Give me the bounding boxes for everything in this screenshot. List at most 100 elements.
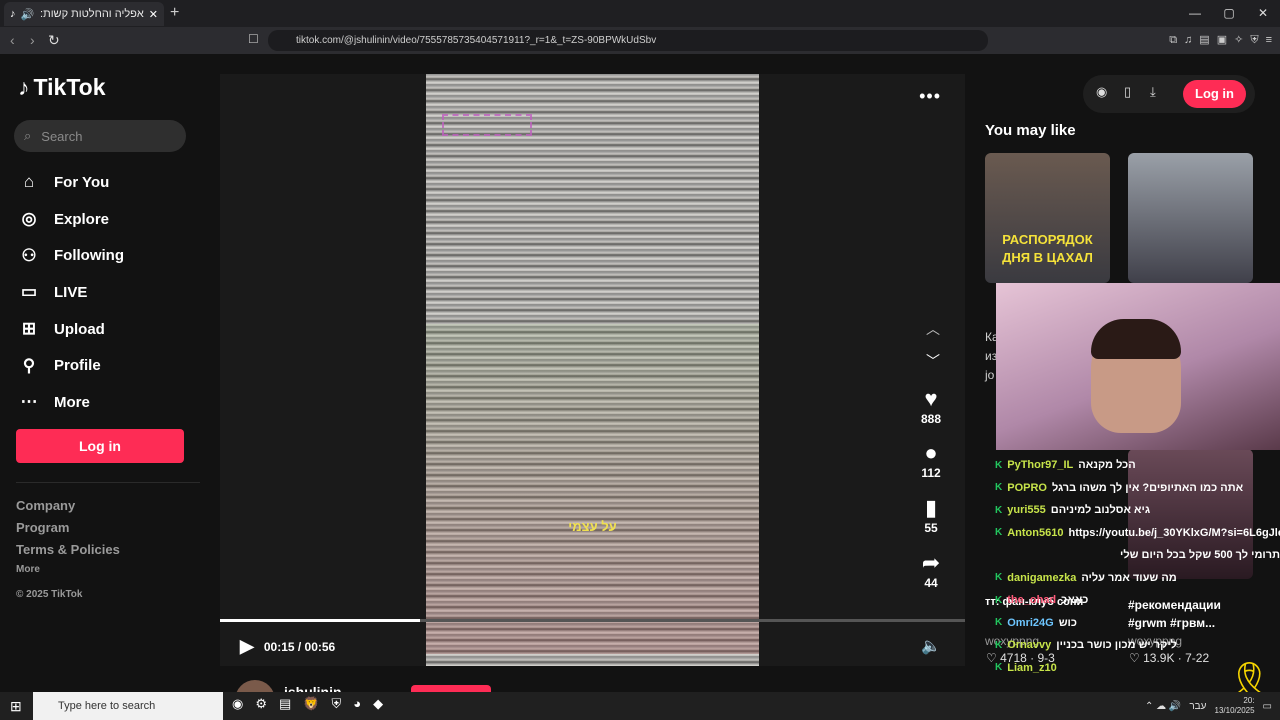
- volume-icon[interactable]: 🔈: [921, 636, 941, 656]
- footer-terms-link[interactable]: Terms & Policies: [16, 542, 120, 557]
- search-input[interactable]: ⌕ Search: [14, 120, 186, 152]
- new-tab-button[interactable]: +: [170, 4, 179, 22]
- download-icon[interactable]: ⤓: [1150, 84, 1156, 100]
- sidebar-login-button[interactable]: Log in: [16, 429, 184, 463]
- windows-start-icon[interactable]: ⊞: [10, 698, 22, 715]
- sidebar-item-profile[interactable]: ⚲ Profile: [18, 347, 124, 384]
- top-login-button[interactable]: Log in: [1183, 80, 1246, 108]
- footer-more-link[interactable]: More: [16, 564, 40, 575]
- tab-title: אפליה והחלטות קשות: יהודי...: [39, 8, 144, 20]
- sidebar-item-label: For You: [54, 173, 110, 191]
- clock-date: 13/10/2025: [1214, 706, 1255, 715]
- chat-line: K POPRO אתה כמו האתיופים? אין לך משהו ברגל: [995, 477, 1280, 500]
- following-icon: ⚇: [21, 245, 37, 265]
- kick-icon: K: [995, 504, 1003, 516]
- live-icon: ▭: [20, 282, 38, 302]
- shield-app-icon[interactable]: ⛨: [331, 696, 341, 712]
- video-shading: [426, 324, 759, 654]
- card-overlay-text: РАСПОРЯДОК ДНЯ В ЦАХАЛ: [985, 231, 1110, 267]
- brave-icon[interactable]: 🦁: [303, 696, 319, 712]
- steam-icon[interactable]: ⚙: [255, 696, 267, 712]
- kick-icon: K: [995, 662, 1003, 674]
- upload-icon: ⊞: [21, 319, 37, 339]
- chat-message: ליקר יש מכון כושר בכניין: [1056, 639, 1177, 652]
- share-count: 44: [924, 576, 938, 590]
- sidebar-item-live[interactable]: ▭ LIVE: [18, 274, 124, 311]
- leo-icon[interactable]: ✧: [1234, 27, 1243, 54]
- coin-icon[interactable]: ◉: [1096, 84, 1107, 100]
- taskbar-search-input[interactable]: Type here to search: [33, 692, 223, 720]
- sidebar-item-following[interactable]: ⚇ Following: [18, 237, 124, 274]
- sidebar-item-label: More: [54, 393, 90, 411]
- sidebar-icon[interactable]: ▤: [1199, 27, 1209, 54]
- comment-action[interactable]: ● 112: [915, 440, 947, 480]
- tray-icons[interactable]: ⌃ ☁ 🔊: [1145, 701, 1181, 712]
- url-field[interactable]: tiktok.com/@jshulinin/video/755578573540…: [268, 30, 988, 51]
- progress-bar[interactable]: [220, 619, 965, 622]
- play-icon[interactable]: ▶: [240, 636, 254, 657]
- tiktok-logo[interactable]: ♪ TikTok: [18, 74, 106, 101]
- recommendation-card-2[interactable]: [1128, 153, 1253, 283]
- you-may-like-heading: You may like: [985, 122, 1076, 139]
- profile-icon: ⚲: [22, 355, 36, 375]
- chat-line: K PyThor97_IL הכל מקנאה: [995, 454, 1280, 477]
- kick-icon: K: [995, 617, 1003, 629]
- sidebar-item-upload[interactable]: ⊞ Upload: [18, 311, 124, 348]
- chat-user: the_ohad: [1007, 594, 1057, 607]
- app-icon[interactable]: ◆: [373, 696, 383, 712]
- maximize-button[interactable]: ▢: [1212, 0, 1246, 27]
- chat-user: PyThor97_IL: [1007, 459, 1074, 472]
- comment-icon: ●: [924, 440, 938, 465]
- clock[interactable]: 20: 13/10/2025: [1215, 696, 1255, 716]
- files-icon[interactable]: ▤: [279, 696, 291, 712]
- taskbar-search-placeholder: Type here to search: [58, 700, 156, 712]
- extensions-icon[interactable]: ⧉: [1169, 27, 1177, 54]
- sidebar-item-more[interactable]: ⋯ More: [18, 384, 124, 421]
- vpn-icon[interactable]: ⛨: [1250, 27, 1258, 54]
- obs-icon[interactable]: ◉: [232, 696, 243, 712]
- chat-message: אתה כמו האתיופים? אין לך משהו ברגל: [1051, 481, 1244, 494]
- close-window-button[interactable]: ✕: [1246, 0, 1280, 27]
- language-indicator[interactable]: עבר: [1189, 701, 1206, 712]
- heart-icon: ♥: [924, 386, 938, 411]
- tiktok-note-icon: ♪: [18, 74, 30, 100]
- chat-line: תרומי לך 500 שקל בכל היום שלי: [995, 544, 1280, 567]
- reload-icon[interactable]: ↻: [48, 27, 60, 54]
- back-icon[interactable]: ‹: [10, 27, 15, 54]
- video-frame[interactable]: על עצמי: [426, 74, 759, 666]
- wallet-icon[interactable]: ▣: [1217, 27, 1227, 54]
- recommendation-card-1[interactable]: РАСПОРЯДОК ДНЯ В ЦАХАЛ: [985, 153, 1110, 283]
- previous-video-icon[interactable]: ︿: [926, 319, 940, 339]
- video-player[interactable]: על עצמי ••• ︿ ﹀ ♥ 888 ● 112 ▮ 55 ➦ 44 ▶ …: [220, 74, 965, 666]
- menu-icon[interactable]: ≡: [1266, 27, 1272, 54]
- more-options-icon[interactable]: •••: [919, 86, 941, 107]
- sidebar-item-label: LIVE: [54, 283, 88, 301]
- share-action[interactable]: ➦ 44: [915, 550, 947, 590]
- bookmark-icon[interactable]: ☐: [248, 32, 259, 46]
- kick-icon: K: [995, 594, 1003, 606]
- address-bar: ‹ › ↻ ☐ tiktok.com/@jshulinin/video/7555…: [0, 27, 1280, 54]
- close-tab-icon[interactable]: ✕: [149, 8, 158, 21]
- like-action[interactable]: ♥ 888: [915, 386, 947, 426]
- sidebar-item-for-you[interactable]: ⌂ For You: [18, 164, 124, 201]
- chat-message: תרומי לך 500 שקל בכל היום שלי: [1120, 549, 1280, 562]
- next-video-icon[interactable]: ﹀: [926, 351, 940, 371]
- save-action[interactable]: ▮ 55: [915, 495, 947, 535]
- chat-user: yuri555: [1007, 504, 1046, 517]
- chat-user: danigamezka: [1007, 571, 1077, 584]
- discord-icon[interactable]: ◕: [353, 696, 361, 712]
- clock-time: 20:: [1243, 696, 1255, 705]
- kick-icon: K: [995, 572, 1003, 584]
- sidebar-item-label: Profile: [54, 357, 101, 375]
- audio-icon[interactable]: 🔊: [21, 8, 35, 21]
- sidebar-item-explore[interactable]: ◎ Explore: [18, 201, 124, 238]
- browser-tab[interactable]: ♪ 🔊 אפליה והחלטות קשות: יהודי... ✕: [4, 2, 164, 26]
- kick-icon: K: [995, 527, 1003, 539]
- minimize-button[interactable]: —: [1178, 0, 1212, 27]
- media-icon[interactable]: ♫: [1184, 27, 1192, 54]
- notifications-icon[interactable]: ▭: [1263, 701, 1272, 712]
- footer-company-link[interactable]: Company: [16, 498, 75, 513]
- forward-icon[interactable]: ›: [30, 27, 35, 54]
- footer-program-link[interactable]: Program: [16, 520, 69, 535]
- phone-icon[interactable]: ▯: [1124, 84, 1131, 100]
